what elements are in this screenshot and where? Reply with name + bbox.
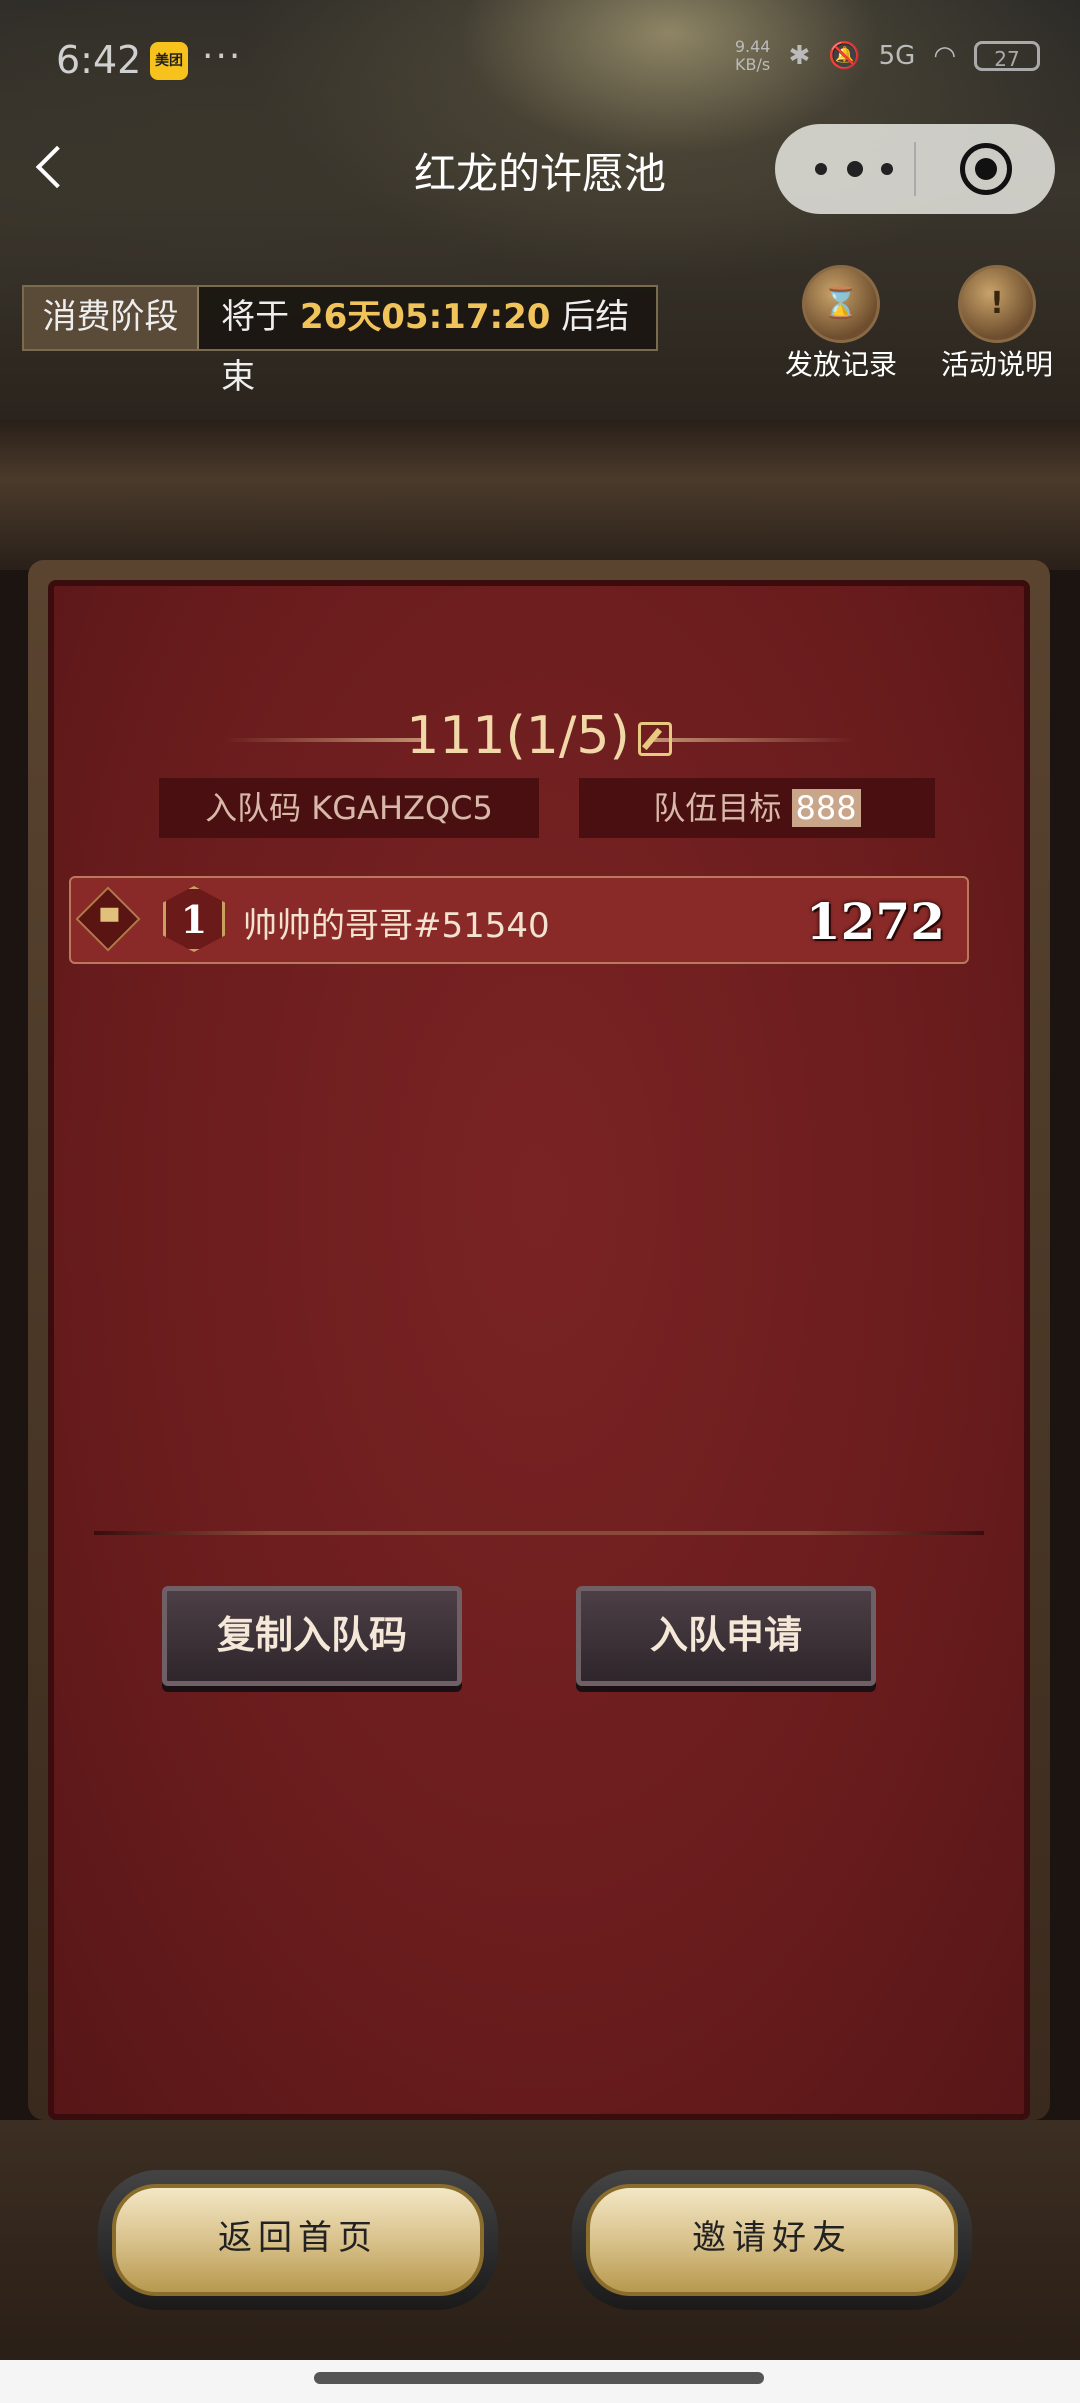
meituan-app-icon: 美团: [150, 42, 188, 80]
wifi-icon: ◠: [933, 41, 956, 71]
divider: [94, 1531, 984, 1535]
record-label: 发放记录: [784, 348, 897, 381]
miniprogram-capsule: [775, 124, 1055, 214]
frame-top: [0, 420, 1080, 570]
bluetooth-icon: ✱: [788, 41, 811, 71]
status-bar: 6:42 美团 ··· 9.44 KB/s ✱ 🔕 5G ◠ 27: [0, 0, 1080, 120]
rank-badge: 1: [163, 886, 225, 952]
home-button[interactable]: 返回首页: [98, 2170, 498, 2310]
mute-icon: 🔕: [828, 41, 861, 71]
battery-icon: 27: [974, 41, 1040, 71]
copy-code-button[interactable]: 复制入队码: [162, 1586, 462, 1686]
home-indicator[interactable]: [314, 2372, 764, 2384]
phase-tag: 消费阶段: [24, 287, 200, 349]
member-name: 帅帅的哥哥#51540: [243, 906, 550, 946]
team-goal: 队伍目标 888: [579, 778, 935, 838]
scroll-icon: ⌛: [802, 265, 880, 343]
clock: 6:42: [56, 38, 142, 82]
signal-icon: 5G: [878, 41, 916, 71]
net-speed: 9.44 KB/s: [734, 37, 771, 74]
home-button-label: 返回首页: [112, 2184, 484, 2296]
phase-banner: 消费阶段 将于 26天05:17:20 后结束: [22, 285, 658, 397]
system-nav-bar: [0, 2360, 1080, 2403]
more-notifications-icon: ···: [202, 36, 243, 77]
rules-label: 活动说明: [940, 348, 1053, 381]
member-score: 1272: [805, 892, 945, 951]
flag-icon: [75, 886, 141, 952]
capsule-divider: [914, 142, 916, 196]
team-board: 111(1/5) 入队码 KGAHZQC5 队伍目标 888 1 帅帅的哥哥#5…: [28, 560, 1050, 2120]
rules-button[interactable]: ! 活动说明: [922, 265, 1072, 383]
join-request-button[interactable]: 入队申请: [576, 1586, 876, 1686]
info-scroll-icon: !: [958, 265, 1036, 343]
more-menu-icon[interactable]: [815, 158, 895, 178]
invite-button-label: 邀请好友: [586, 2184, 958, 2296]
phase-countdown: 将于 26天05:17:20 后结束: [221, 297, 630, 397]
member-row: 1 帅帅的哥哥#51540 1272: [69, 876, 969, 964]
team-code: 入队码 KGAHZQC5: [159, 778, 539, 838]
team-name: 111(1/5): [54, 706, 1024, 766]
countdown-value: 26天05:17:20: [299, 297, 551, 337]
record-button[interactable]: ⌛ 发放记录: [766, 265, 916, 383]
team-panel: 111(1/5) 入队码 KGAHZQC5 队伍目标 888 1 帅帅的哥哥#5…: [48, 580, 1030, 2120]
goal-value: 888: [791, 789, 861, 827]
close-miniprogram-icon[interactable]: [960, 143, 1012, 195]
system-icons: 9.44 KB/s ✱ 🔕 5G ◠ 27: [735, 38, 1040, 74]
invite-button[interactable]: 邀请好友: [572, 2170, 972, 2310]
edit-icon[interactable]: [637, 722, 672, 756]
